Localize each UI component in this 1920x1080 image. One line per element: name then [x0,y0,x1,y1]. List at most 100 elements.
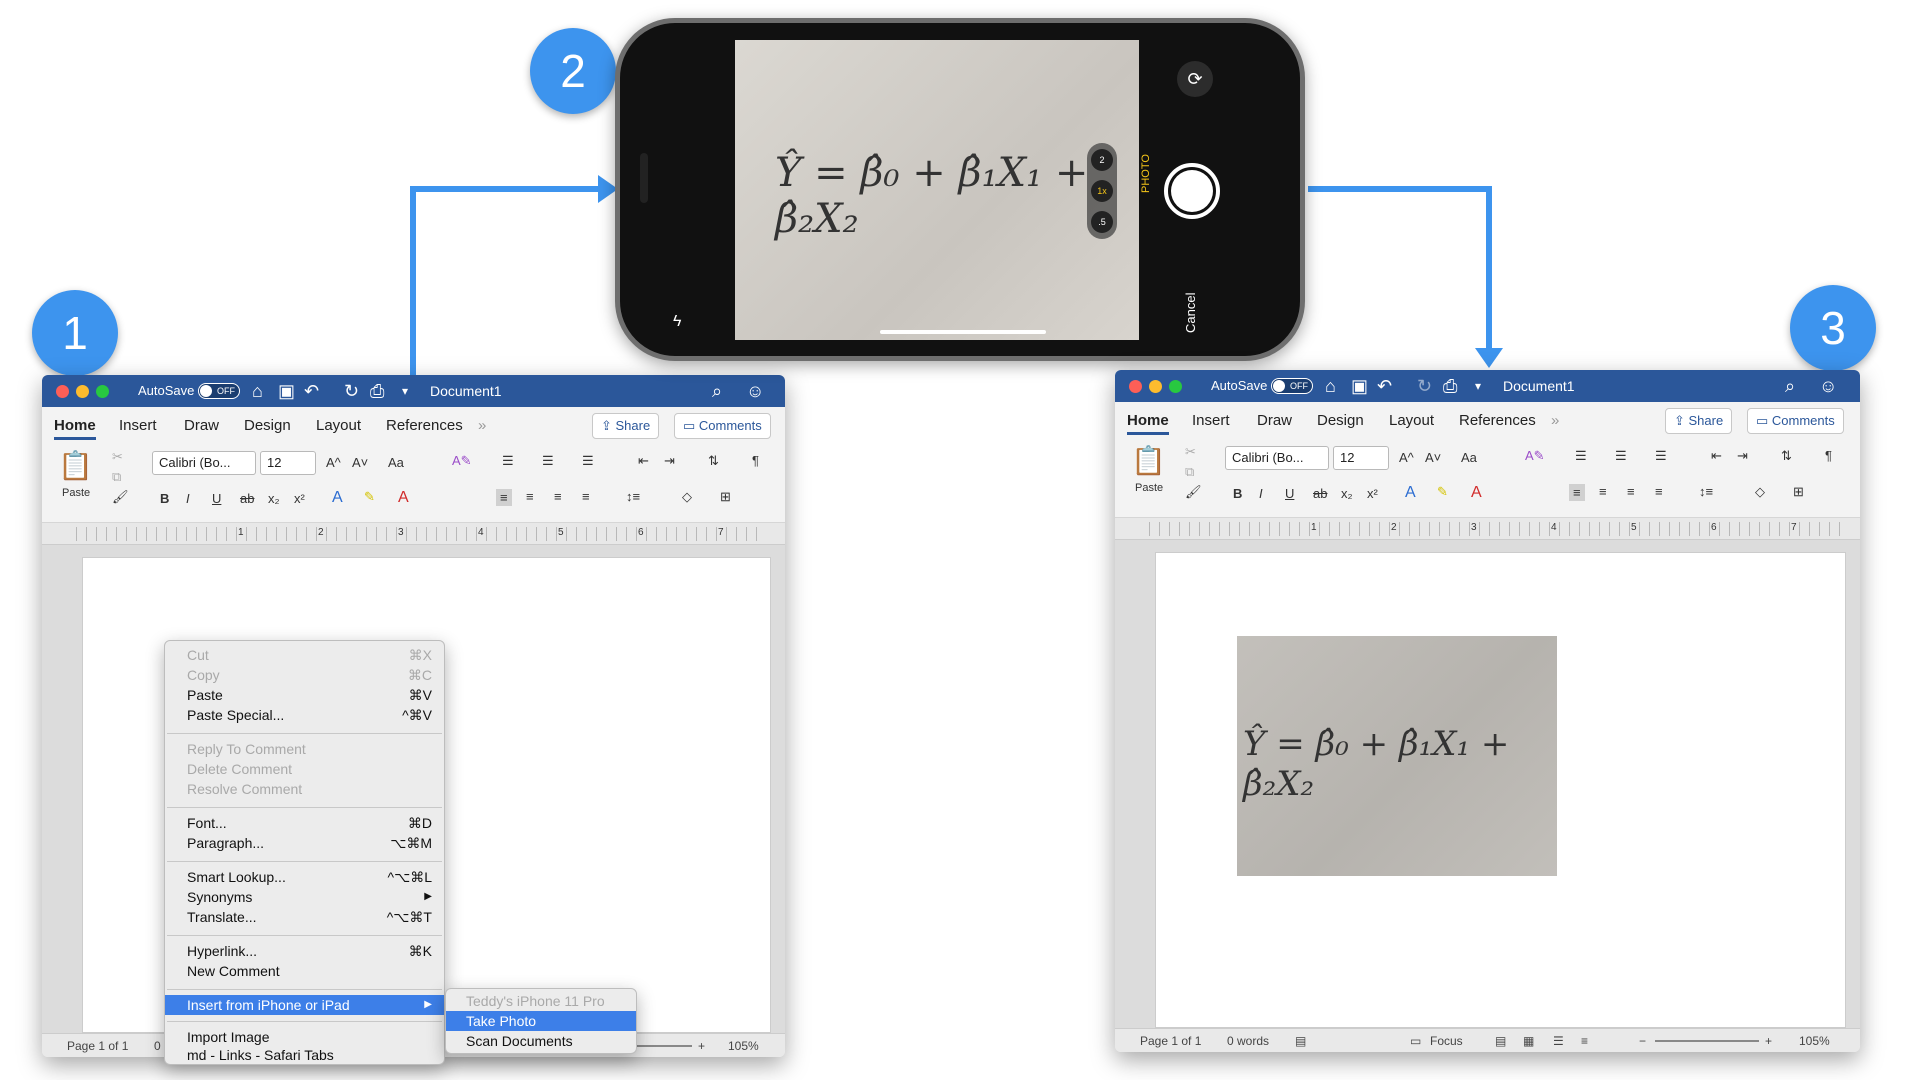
draft-view-icon[interactable]: ≡ [1581,1034,1588,1048]
strikethrough-button[interactable]: ab [1313,486,1327,501]
cut-icon[interactable]: ✂ [112,449,123,465]
copy-icon[interactable]: ⧉ [1185,464,1194,480]
tab-home[interactable]: Home [54,417,96,440]
shading-icon[interactable]: ◇ [1755,484,1765,500]
copy-icon[interactable]: ⧉ [112,469,121,485]
submenu-take-photo[interactable]: Take Photo [446,1011,636,1031]
bullets-icon[interactable]: ☰ [1575,448,1587,464]
minimize-button[interactable] [76,385,89,398]
redo-icon[interactable]: ↻ [1417,376,1432,397]
zoom-button[interactable] [96,385,109,398]
align-center-icon[interactable]: ≡ [1599,484,1607,499]
font-name-dropdown[interactable]: Calibri (Bo... [152,451,256,475]
bold-button[interactable]: B [1233,486,1242,501]
menu-item-copy[interactable]: Copy ⌘C [165,665,444,685]
search-icon[interactable]: ⌕ [1785,376,1795,397]
menu-item-new-comment[interactable]: New Comment [165,961,444,981]
superscript-button[interactable]: x² [294,491,305,506]
text-effects-icon[interactable]: A [1405,484,1416,502]
zoom-level[interactable]: 105% [1799,1034,1830,1048]
shrink-font-button[interactable]: A˅ [1425,450,1441,465]
font-color-icon[interactable]: A [1471,484,1482,502]
search-icon[interactable]: ⌕ [712,381,722,402]
line-spacing-icon[interactable]: ↕≡ [1699,484,1713,499]
inserted-photo[interactable]: Ŷ = β̂₀ + β̂₁X₁ + β̂₂X₂ [1237,636,1557,876]
menu-item-paste[interactable]: Paste ⌘V [165,685,444,705]
italic-button[interactable]: I [1259,486,1263,501]
tab-layout[interactable]: Layout [1389,412,1434,429]
justify-icon[interactable]: ≡ [1655,484,1663,499]
word-count-partial[interactable]: 0 [154,1039,161,1053]
decrease-indent-icon[interactable]: ⇤ [1711,448,1722,464]
line-spacing-icon[interactable]: ↕≡ [626,489,640,504]
font-color-icon[interactable]: A [398,489,409,507]
format-painter-icon[interactable]: 🖌 [1185,484,1202,500]
minimize-button[interactable] [1149,380,1162,393]
word-count[interactable]: 0 words [1227,1034,1269,1048]
sort-icon[interactable]: ⇅ [708,453,719,469]
zoom-in-button[interactable]: + [1765,1034,1772,1048]
grow-font-button[interactable]: A^ [1399,450,1414,465]
save-icon[interactable]: ▣ [278,381,295,402]
feedback-smiley-icon[interactable]: ☺ [1819,376,1837,397]
align-left-icon[interactable]: ≡ [1569,484,1585,501]
undo-icon[interactable]: ↶ [304,381,319,402]
sort-icon[interactable]: ⇅ [1781,448,1792,464]
strikethrough-button[interactable]: ab [240,491,254,506]
focus-button[interactable]: Focus [1430,1034,1463,1048]
menu-item-safari-tabs[interactable]: md - Links - Safari Tabs [165,1045,444,1063]
decrease-indent-icon[interactable]: ⇤ [638,453,649,469]
zoom-option-05x[interactable]: .5 [1091,211,1113,233]
grow-font-button[interactable]: A^ [326,455,341,470]
tab-draw[interactable]: Draw [1257,412,1292,429]
tab-insert[interactable]: Insert [119,417,157,434]
align-center-icon[interactable]: ≡ [526,489,534,504]
camera-mode-label[interactable]: PHOTO [1140,154,1152,193]
borders-icon[interactable]: ⊞ [1793,484,1804,500]
increase-indent-icon[interactable]: ⇥ [664,453,675,469]
page-count[interactable]: Page 1 of 1 [1140,1034,1201,1048]
menu-item-resolve-comment[interactable]: Resolve Comment [165,779,444,799]
more-tabs-chevron-icon[interactable]: » [478,417,486,434]
print-icon[interactable]: ⎙ [370,381,384,402]
menu-item-hyperlink[interactable]: Hyperlink... ⌘K [165,941,444,961]
multilevel-list-icon[interactable]: ☰ [582,453,594,469]
change-case-button[interactable]: Aa [388,455,404,470]
underline-button[interactable]: U [1285,486,1294,501]
zoom-slider[interactable] [1655,1040,1759,1042]
text-effects-icon[interactable]: A [332,489,343,507]
comments-button[interactable]: ▭ Comments [1747,408,1844,434]
font-size-dropdown[interactable]: 12 [260,451,316,475]
undo-icon[interactable]: ↶ [1377,376,1392,397]
font-name-dropdown[interactable]: Calibri (Bo... [1225,446,1329,470]
tab-home[interactable]: Home [1127,412,1169,435]
menu-item-reply-to-comment[interactable]: Reply To Comment [165,739,444,759]
highlight-icon[interactable]: ✎ [364,489,375,505]
print-layout-icon[interactable]: ▤ [1495,1034,1506,1048]
web-layout-icon[interactable]: ▦ [1523,1034,1534,1048]
menu-item-smart-lookup[interactable]: Smart Lookup... ^⌥⌘L [165,867,444,887]
paste-label[interactable]: Paste [1135,482,1163,494]
align-right-icon[interactable]: ≡ [554,489,562,504]
superscript-button[interactable]: x² [1367,486,1378,501]
change-case-button[interactable]: Aa [1461,450,1477,465]
menu-item-cut[interactable]: Cut ⌘X [165,645,444,665]
cancel-button[interactable]: Cancel [1183,293,1198,333]
zoom-level[interactable]: 105% [728,1039,759,1053]
menu-item-translate[interactable]: Translate... ^⌥⌘T [165,907,444,927]
paste-icon[interactable]: 📋 [58,449,93,482]
more-tabs-chevron-icon[interactable]: » [1551,412,1559,429]
shutter-button[interactable] [1164,163,1220,219]
tab-draw[interactable]: Draw [184,417,219,434]
highlight-icon[interactable]: ✎ [1437,484,1448,500]
flash-icon[interactable]: ϟ [673,313,681,331]
show-marks-button[interactable]: ¶ [1825,448,1832,463]
tab-design[interactable]: Design [1317,412,1364,429]
bold-button[interactable]: B [160,491,169,506]
menu-item-import-image[interactable]: Import Image [165,1027,444,1047]
menu-item-delete-comment[interactable]: Delete Comment [165,759,444,779]
borders-icon[interactable]: ⊞ [720,489,731,505]
zoom-slider[interactable] [632,1045,692,1047]
switch-camera-icon[interactable]: ⟳ [1177,61,1213,97]
paste-label[interactable]: Paste [62,487,90,499]
